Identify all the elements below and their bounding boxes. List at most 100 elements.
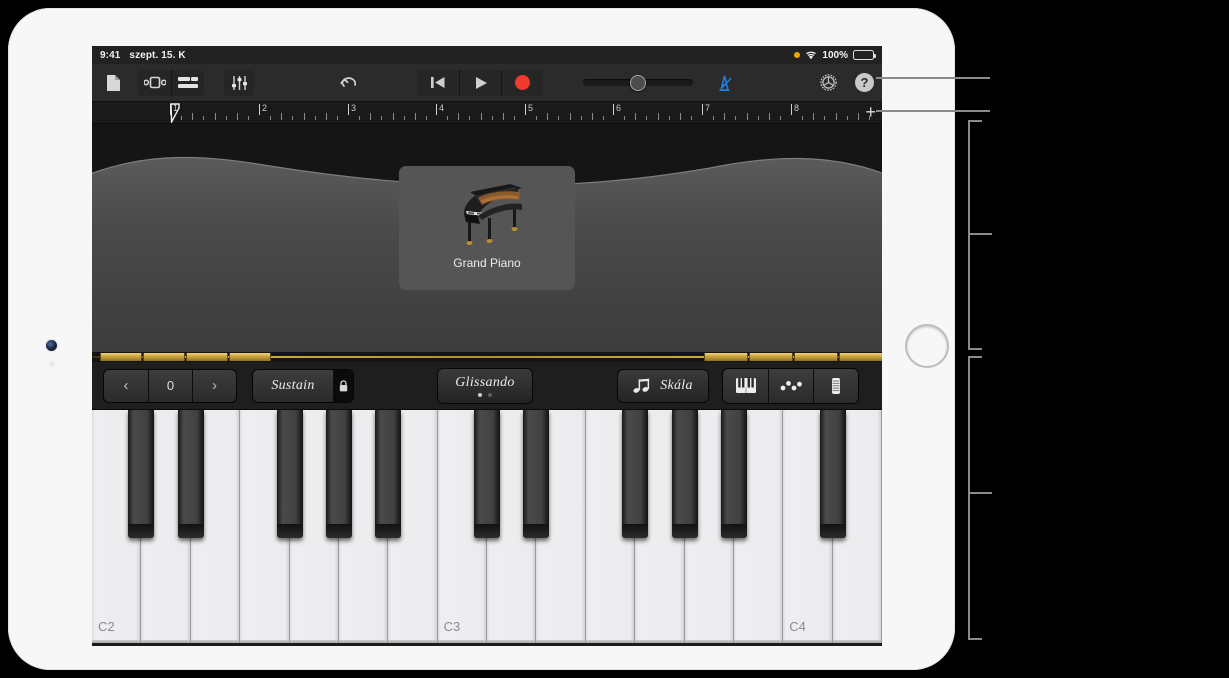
page-dot-active bbox=[478, 392, 482, 397]
beat-tick bbox=[447, 116, 449, 120]
piano-black-key[interactable] bbox=[375, 410, 402, 538]
beat-tick bbox=[713, 116, 715, 120]
status-time: 9:41 bbox=[100, 49, 121, 61]
keyboard-control-bar: ‹ 0 › Sustain Glissando Skála bbox=[92, 362, 882, 410]
keyboard-gold-strip bbox=[92, 352, 882, 362]
piano-black-key[interactable] bbox=[622, 410, 649, 538]
playhead[interactable] bbox=[170, 103, 182, 123]
battery-icon bbox=[853, 50, 876, 60]
chord-grid-icon bbox=[780, 380, 802, 390]
piano-black-key[interactable] bbox=[128, 410, 155, 538]
status-right-group: 100% bbox=[794, 50, 876, 61]
beat-tick bbox=[270, 116, 272, 120]
glissando-label: Glissando bbox=[455, 374, 515, 390]
lock-icon bbox=[339, 379, 347, 391]
help-button[interactable]: ? bbox=[855, 73, 874, 92]
beat-tick bbox=[214, 113, 216, 120]
view-chords-button[interactable] bbox=[768, 368, 813, 403]
view-strip-button[interactable] bbox=[813, 368, 858, 403]
master-volume-slider[interactable] bbox=[583, 74, 693, 91]
beat-tick bbox=[303, 113, 305, 120]
beat-tick bbox=[779, 116, 781, 120]
beat-tick bbox=[247, 116, 249, 120]
gold-segment bbox=[749, 353, 793, 361]
piano-black-key[interactable] bbox=[474, 410, 500, 538]
beat-tick bbox=[824, 116, 826, 120]
beat-tick bbox=[657, 113, 659, 120]
piano-keyboard[interactable]: C2 C3 C4 bbox=[92, 410, 882, 643]
bar-line bbox=[613, 104, 614, 115]
gold-segment bbox=[229, 353, 271, 361]
undo-icon[interactable] bbox=[334, 70, 362, 96]
ipad-screen: 9:41 szept. 15. K 100% ? 1 2 3 4 5 6 7 8… bbox=[92, 46, 882, 646]
piano-black-key[interactable] bbox=[671, 410, 698, 538]
beat-tick bbox=[336, 116, 338, 120]
sustain-control: Sustain bbox=[252, 368, 354, 403]
bar-number: 2 bbox=[262, 103, 268, 113]
tracks-view-button[interactable] bbox=[171, 69, 204, 96]
volume-track[interactable] bbox=[583, 74, 693, 91]
beat-tick bbox=[646, 116, 648, 120]
transport-controls bbox=[417, 69, 543, 96]
timeline-ruler[interactable]: 12345678 + bbox=[92, 102, 882, 124]
my-songs-document-icon[interactable] bbox=[100, 70, 126, 96]
ipad-device-frame: 9:41 szept. 15. K 100% ? 1 2 3 4 5 6 7 8… bbox=[8, 8, 955, 670]
view-keyboard-button[interactable] bbox=[723, 368, 768, 403]
play-button[interactable] bbox=[459, 69, 501, 96]
home-button[interactable] bbox=[905, 324, 949, 368]
beat-tick bbox=[491, 116, 493, 120]
glissando-page-dots bbox=[478, 392, 492, 397]
beat-tick bbox=[203, 116, 205, 120]
piano-black-key[interactable] bbox=[325, 410, 352, 538]
gear-icon[interactable] bbox=[815, 70, 841, 96]
beat-tick bbox=[813, 113, 815, 120]
chevron-left-icon: ‹ bbox=[123, 377, 129, 394]
add-track-button[interactable]: + bbox=[865, 103, 876, 121]
mixer-fader-icon[interactable] bbox=[224, 69, 254, 96]
beat-tick bbox=[292, 116, 294, 120]
beat-tick bbox=[192, 113, 194, 120]
beat-tick bbox=[314, 116, 316, 120]
piano-black-key[interactable] bbox=[523, 410, 550, 538]
beat-tick bbox=[857, 113, 859, 120]
scale-button[interactable]: Skála bbox=[617, 368, 709, 403]
instrument-card-grand-piano[interactable]: Grand Piano bbox=[399, 166, 575, 290]
chevron-right-icon: › bbox=[212, 377, 217, 394]
piano-black-key[interactable] bbox=[177, 410, 204, 538]
beat-tick bbox=[569, 113, 571, 120]
bar-number: 3 bbox=[351, 103, 357, 113]
octave-up-button[interactable]: › bbox=[192, 369, 236, 402]
ambient-sensor-icon bbox=[49, 361, 55, 367]
glissando-button[interactable]: Glissando bbox=[437, 367, 533, 404]
instrument-area: Grand Piano bbox=[92, 124, 882, 352]
beat-tick bbox=[580, 116, 582, 120]
browser-view-button[interactable] bbox=[138, 69, 171, 96]
beat-tick bbox=[458, 113, 460, 120]
record-button[interactable] bbox=[501, 69, 543, 96]
callout-line-instrument bbox=[968, 233, 992, 235]
bar-number: 5 bbox=[528, 103, 534, 113]
sustain-strip-icon bbox=[832, 377, 840, 394]
beat-tick bbox=[635, 113, 637, 120]
eighth-notes-icon bbox=[633, 378, 650, 393]
bar-number: 4 bbox=[439, 103, 445, 113]
beat-tick bbox=[846, 116, 848, 120]
gold-segment bbox=[100, 353, 142, 361]
beat-tick bbox=[325, 113, 327, 120]
rewind-to-start-button[interactable] bbox=[417, 69, 459, 96]
beat-tick bbox=[668, 116, 670, 120]
sustain-button[interactable]: Sustain bbox=[253, 369, 333, 402]
toolbar-right-group: ? bbox=[815, 70, 874, 96]
callout-bracket-instrument-bottom bbox=[968, 348, 982, 350]
volume-knob[interactable] bbox=[630, 74, 646, 91]
beat-tick bbox=[835, 113, 837, 120]
bar-line bbox=[525, 104, 526, 115]
instrument-name: Grand Piano bbox=[453, 256, 521, 270]
bar-line bbox=[348, 104, 349, 115]
piano-black-key[interactable] bbox=[819, 410, 846, 538]
octave-down-button[interactable]: ‹ bbox=[104, 369, 148, 402]
piano-black-key[interactable] bbox=[720, 410, 747, 538]
metronome-icon[interactable] bbox=[711, 70, 737, 96]
sustain-lock-button[interactable] bbox=[333, 369, 353, 402]
piano-black-key[interactable] bbox=[276, 410, 303, 538]
